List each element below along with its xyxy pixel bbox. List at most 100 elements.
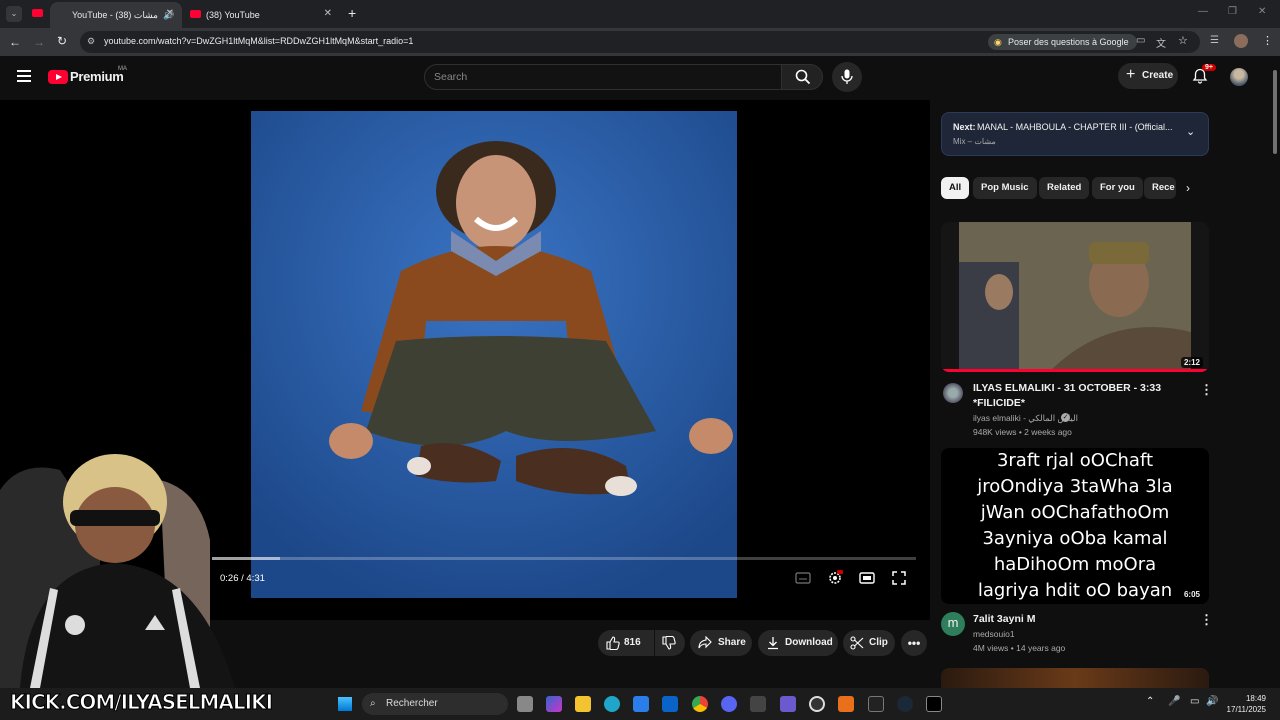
file-explorer-icon[interactable]	[575, 696, 591, 712]
youtube-logo-icon[interactable]	[48, 70, 68, 84]
window-close-button[interactable]: ✕	[1258, 6, 1266, 17]
video-title[interactable]: 7alit 3ayni M	[973, 612, 1035, 626]
tab-search-icon[interactable]: ⌄	[6, 6, 22, 22]
chip-all[interactable]: All	[941, 177, 970, 199]
task-view-icon[interactable]	[517, 696, 533, 712]
subtitles-icon[interactable]	[795, 570, 811, 586]
taskbar-search[interactable]: ⌕ Rechercher	[362, 693, 508, 715]
tab-youtube-active[interactable]: YouTube - مشات (38) 🔊 ✕	[50, 2, 182, 28]
download-button[interactable]: Download	[758, 630, 838, 656]
profile-avatar[interactable]	[1234, 34, 1248, 48]
video-menu-icon[interactable]: ⋮	[1200, 382, 1213, 398]
search-icon	[795, 69, 811, 85]
lens-icon: ◉	[994, 37, 1002, 47]
bookmark-star-icon[interactable]: ☆	[1178, 34, 1188, 47]
chrome-menu-icon[interactable]: ⋮	[1262, 34, 1273, 47]
youtube-favicon-icon	[190, 10, 201, 18]
outlook-icon[interactable]	[662, 696, 678, 712]
site-info-icon[interactable]: ⚙	[87, 36, 95, 47]
back-icon[interactable]: ←	[9, 35, 21, 49]
copilot-icon[interactable]	[546, 696, 562, 712]
tray-network-icon[interactable]: ▭	[1190, 696, 1199, 707]
dislike-button[interactable]	[655, 630, 685, 656]
windows-start-icon[interactable]	[338, 697, 352, 711]
video-thumbnail[interactable]	[941, 668, 1209, 688]
chips-next-arrow-icon[interactable]: ›	[1186, 181, 1190, 195]
window-restore-button[interactable]: ❐	[1228, 6, 1237, 17]
discord-icon[interactable]	[721, 696, 737, 712]
new-tab-button[interactable]: +	[348, 5, 356, 21]
ask-google-button[interactable]: ◉ Poser des questions à Google	[988, 34, 1137, 50]
video-title-line2[interactable]: *FILICIDE*	[973, 396, 1025, 410]
clip-label: Clip	[869, 637, 888, 648]
avatar-letter: m	[947, 615, 959, 630]
forward-icon[interactable]: →	[33, 35, 45, 49]
edge-icon[interactable]	[604, 696, 620, 712]
chip-pop-music[interactable]: Pop Music	[973, 177, 1037, 199]
search-button[interactable]	[781, 64, 823, 90]
address-bar[interactable]: ⚙ youtube.com/watch?v=DwZGH1ltMqM&list=R…	[80, 31, 1200, 53]
create-label: Create	[1142, 70, 1174, 81]
tray-volume-icon[interactable]: 🔊	[1206, 696, 1218, 707]
share-button[interactable]: Share	[690, 630, 752, 656]
playlist-next-panel[interactable]: Next: MANAL - MAHBOULA - CHAPTER III - (…	[941, 112, 1209, 156]
store-icon[interactable]	[633, 696, 649, 712]
voice-search-button[interactable]	[832, 62, 862, 92]
tab-close-icon[interactable]: ✕	[324, 8, 332, 19]
progress-bar[interactable]	[212, 557, 916, 560]
kick-url-overlay: KICK.COM/ILYASELMALIKI	[9, 690, 273, 716]
more-actions-button[interactable]: •••	[901, 630, 927, 656]
account-avatar[interactable]	[1230, 68, 1248, 86]
page-scrollbar[interactable]	[1270, 56, 1280, 688]
like-button[interactable]: 816	[598, 630, 654, 656]
settings-gear-icon[interactable]	[827, 570, 843, 586]
app-orange-icon[interactable]	[838, 696, 854, 712]
theater-mode-icon[interactable]	[859, 570, 875, 586]
channel-name[interactable]: medsouio1	[973, 629, 1015, 639]
hamburger-menu-icon[interactable]	[17, 70, 31, 82]
video-menu-icon[interactable]: ⋮	[1200, 612, 1213, 628]
inbox-icon[interactable]	[750, 696, 766, 712]
create-button[interactable]: + Create	[1118, 63, 1178, 89]
obs-icon[interactable]	[809, 696, 825, 712]
reading-list-icon[interactable]: ☰	[1210, 35, 1219, 46]
video-still-image	[251, 111, 737, 598]
chip-recent[interactable]: Rece	[1144, 177, 1176, 199]
thumbnail-text-line: jWan oOChafathoOm	[980, 502, 1170, 523]
capcut-icon[interactable]	[926, 696, 942, 712]
tray-chevron-icon[interactable]: ⌃	[1146, 696, 1154, 707]
tray-mic-icon[interactable]: 🎤	[1168, 696, 1180, 707]
expand-chevron-icon[interactable]: ⌄	[1186, 125, 1195, 138]
download-label: Download	[785, 637, 833, 648]
tab-youtube-second[interactable]: (38) YouTube ✕	[184, 2, 340, 28]
chip-related[interactable]: Related	[1039, 177, 1090, 199]
window-minimize-button[interactable]: —	[1198, 6, 1208, 17]
video-meta: 948K views • 2 weeks ago	[973, 427, 1072, 437]
notifications-button[interactable]: 9+	[1192, 64, 1216, 86]
video-thumbnail[interactable]: 2:12	[941, 222, 1209, 372]
chrome-icon[interactable]	[692, 696, 708, 712]
app-dark-icon[interactable]	[868, 696, 884, 712]
clip-button[interactable]: Clip	[843, 630, 895, 656]
chip-for-you[interactable]: For you	[1092, 177, 1143, 199]
fullscreen-icon[interactable]	[891, 570, 907, 586]
scissors-icon	[850, 636, 864, 650]
taskbar-clock[interactable]: 18:49 17/11/2025	[1227, 693, 1266, 715]
taskbar-search-label: Rechercher	[386, 698, 438, 709]
channel-avatar[interactable]	[943, 383, 963, 403]
channel-avatar[interactable]: m	[941, 612, 965, 636]
duration-badge: 2:12	[1180, 357, 1203, 368]
cast-icon[interactable]: ▭	[1136, 35, 1145, 46]
reload-icon[interactable]: ↻	[57, 34, 67, 48]
video-title-line1[interactable]: ILYAS ELMALIKI - 31 OCTOBER - 3:33	[973, 381, 1161, 395]
tab-close-icon[interactable]: ✕	[166, 8, 174, 19]
logo-text: Premium	[70, 69, 124, 84]
plus-icon: +	[1126, 66, 1136, 83]
video-frame[interactable]	[251, 111, 737, 598]
gamepad-icon[interactable]	[780, 696, 796, 712]
search-input[interactable]: Search	[424, 64, 782, 90]
video-thumbnail[interactable]: 3raft rjal oOChaft jroOndiya 3taWha 3la …	[941, 448, 1209, 604]
translate-icon[interactable]: 文	[1156, 35, 1166, 50]
scrollbar-thumb[interactable]	[1273, 70, 1277, 154]
steam-icon[interactable]	[897, 696, 913, 712]
